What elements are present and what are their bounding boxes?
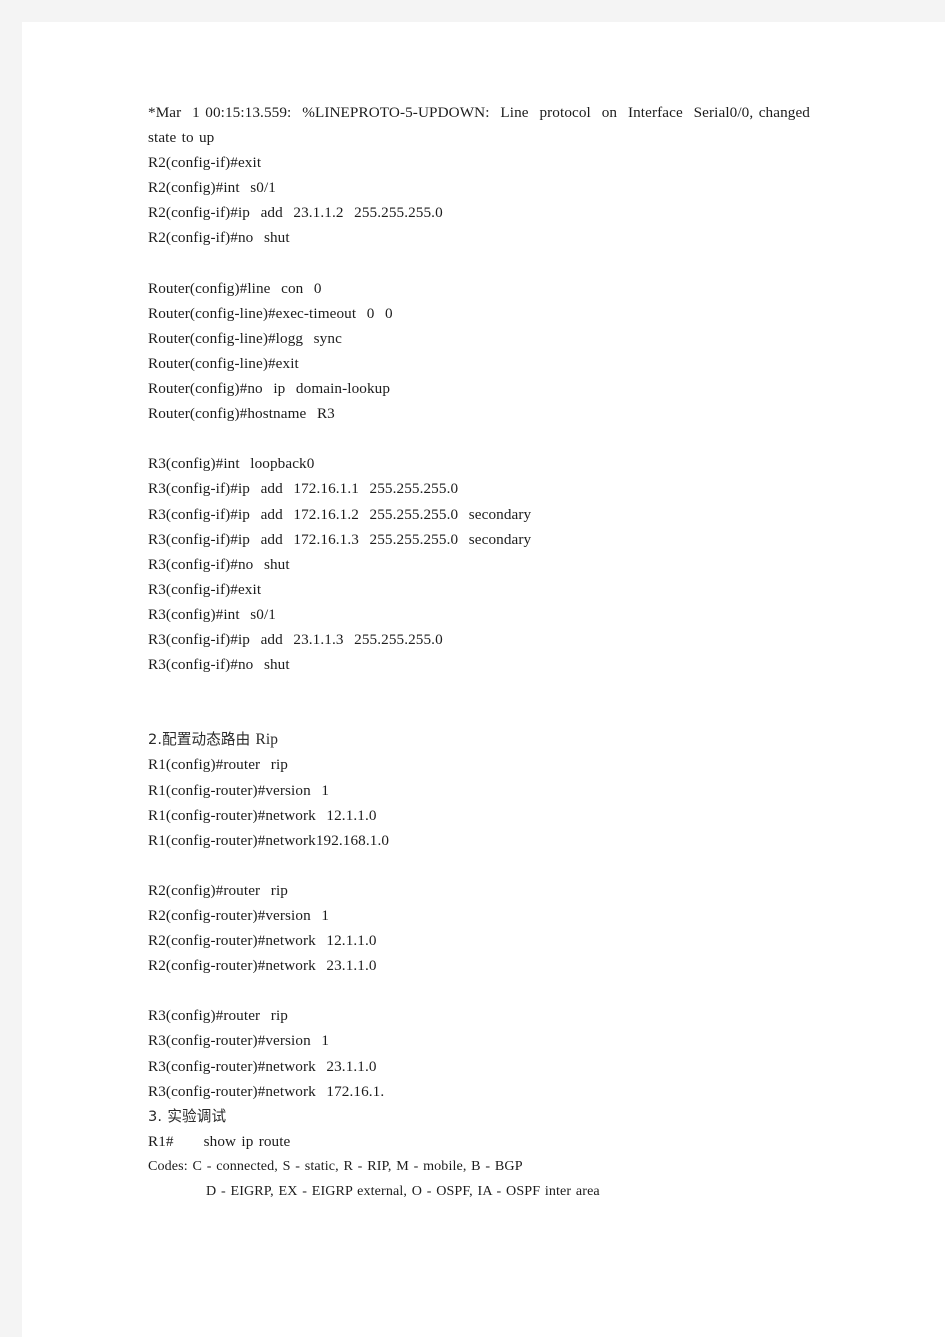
text-block-r3-interfaces: R3(config)#int loopback0 R3(config-if)#i… (148, 451, 810, 677)
text-line: R1(config-router)#version 1 (148, 781, 330, 799)
text-block-rip-r1: 2.配置动态路由 Rip R1(config)#router rip R1(co… (148, 727, 810, 852)
text-line: R2(config-if)#exit (148, 154, 262, 172)
document-text-body: *Mar 1 00:15:13.559: %LINEPROTO-5-UPDOWN… (148, 100, 810, 1204)
codes-continuation: D - EIGRP, EX - EIGRP external, O - OSPF… (206, 1183, 600, 1200)
text-line: R1(config-router)#network192.168.1.0 (148, 831, 390, 849)
text-line: R3(config-if)#ip add 172.16.1.3 255.255.… (148, 530, 532, 548)
text-block-router-console: Router(config)#line con 0 Router(config-… (148, 276, 810, 427)
text-line: R2(config-router)#network 23.1.1.0 (148, 957, 377, 975)
text-line: R3(config)#int loopback0 (148, 455, 315, 473)
text-line: Router(config-line)#logg sync (148, 329, 342, 347)
section-heading-2-cjk: 2.配置动态路由 (148, 731, 256, 749)
text-block-log: *Mar 1 00:15:13.559: %LINEPROTO-5-UPDOWN… (148, 100, 810, 251)
text-line: R1(config)#router rip (148, 756, 288, 774)
text-line: R3(config-if)#exit (148, 580, 262, 598)
text-block-rip-r3: R3(config)#router rip R3(config-router)#… (148, 1003, 810, 1103)
text-line: R3(config-if)#ip add 172.16.1.2 255.255.… (148, 505, 532, 523)
text-line: R2(config)#int s0/1 (148, 179, 276, 197)
text-line: R2(config)#router rip (148, 881, 288, 899)
text-line: Codes: C - connected, S - static, R - RI… (148, 1157, 523, 1174)
text-line: R1(config-router)#network 12.1.1.0 (148, 806, 377, 824)
document-page: *Mar 1 00:15:13.559: %LINEPROTO-5-UPDOWN… (22, 22, 945, 1337)
text-line: Router(config)#no ip domain-lookup (148, 380, 391, 398)
text-line: R3(config-if)#no shut (148, 656, 290, 674)
text-line: R3(config-router)#network 23.1.1.0 (148, 1057, 377, 1075)
section-heading-3: 3. 实验调试 (148, 1107, 227, 1125)
text-line: *Mar 1 00:15:13.559: %LINEPROTO-5-UPDOWN… (148, 104, 816, 147)
text-line: Router(config)#line con 0 (148, 279, 322, 297)
text-line: R2(config-if)#ip add 23.1.1.2 255.255.25… (148, 204, 443, 222)
text-block-debug: 3. 实验调试 R1# show ip route Codes: C - conn… (148, 1104, 810, 1204)
text-line: R3(config-if)#ip add 172.16.1.1 255.255.… (148, 480, 459, 498)
text-line: R2(config-router)#network 12.1.1.0 (148, 932, 377, 950)
text-line: R3(config)#int s0/1 (148, 605, 276, 623)
text-line: R3(config)#router rip (148, 1007, 288, 1025)
section-heading-2: 2.配置动态路由 Rip (148, 727, 810, 752)
text-line: R3(config-if)#ip add 23.1.1.3 255.255.25… (148, 630, 443, 648)
text-block-rip-r2: R2(config)#router rip R2(config-router)#… (148, 878, 810, 978)
text-line: R2(config-if)#no shut (148, 229, 290, 247)
prompt-r1: R1# (148, 1132, 174, 1150)
text-line: R2(config-router)#version 1 (148, 907, 330, 924)
text-line: Router(config-line)#exec-timeout 0 0 (148, 304, 393, 322)
text-line: R1# show ip route (148, 1129, 810, 1154)
command-show-ip-route: show ip route (203, 1132, 291, 1150)
text-line: Router(config-line)#exit (148, 354, 299, 372)
section-heading-2-latin: Rip (255, 731, 279, 749)
text-line: R3(config-router)#network 172.16.1. (148, 1082, 385, 1100)
text-line: R3(config-if)#no shut (148, 555, 290, 573)
text-line: Router(config)#hostname R3 (148, 405, 335, 423)
text-line: D - EIGRP, EX - EIGRP external, O - OSPF… (148, 1179, 810, 1204)
text-line: R3(config-router)#version 1 (148, 1032, 330, 1050)
